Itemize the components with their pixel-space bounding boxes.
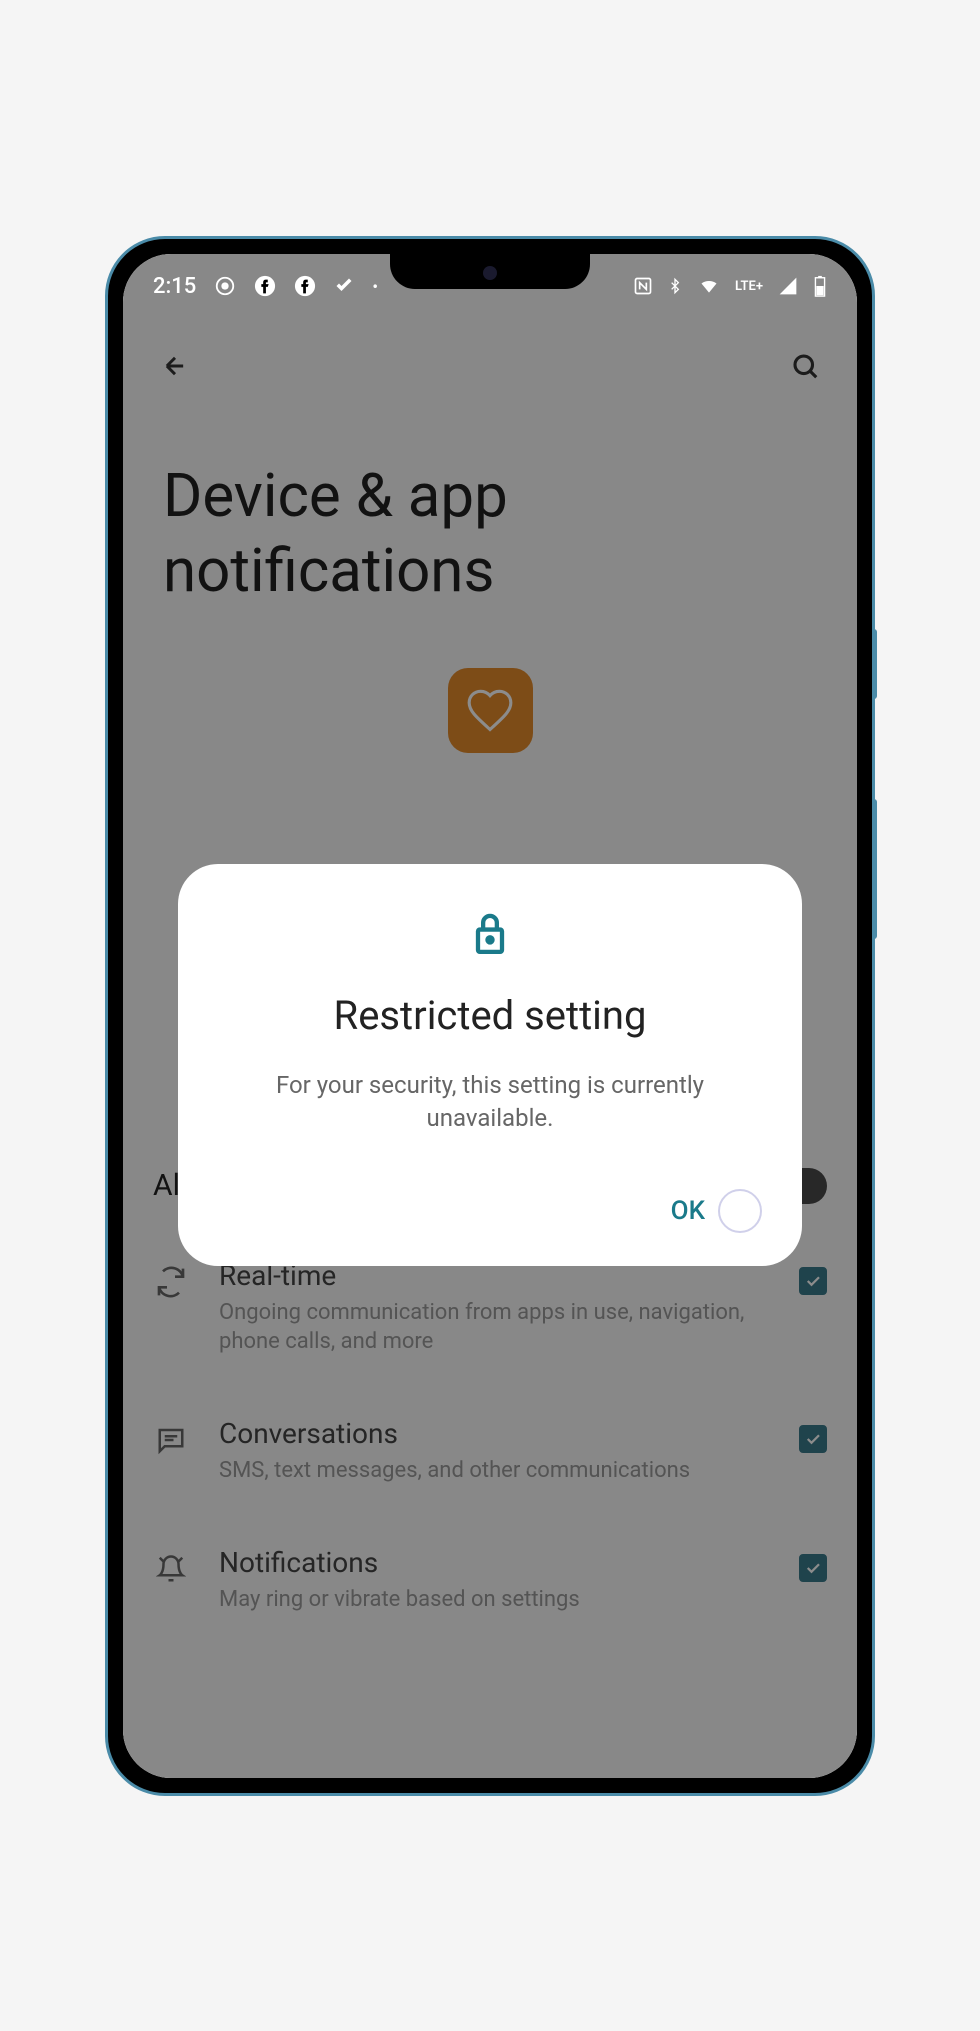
notch xyxy=(390,254,590,289)
wifi-icon xyxy=(697,276,721,296)
power-button[interactable] xyxy=(872,799,877,939)
status-right: LTE+ xyxy=(633,275,827,297)
restricted-dialog: Restricted setting For your security, th… xyxy=(178,864,802,1266)
facebook-icon xyxy=(294,275,316,297)
front-camera xyxy=(483,266,497,280)
phone-frame: Device & app notifications Allow notific… xyxy=(105,236,875,1796)
status-left: 2:15 • xyxy=(153,274,378,299)
phone-screen: Device & app notifications Allow notific… xyxy=(123,254,857,1778)
dialog-message: For your security, this setting is curre… xyxy=(218,1069,762,1136)
dot-icon: • xyxy=(372,277,378,296)
record-icon xyxy=(214,275,236,297)
battery-icon xyxy=(813,275,827,297)
lock-icon xyxy=(218,909,762,957)
app-icon xyxy=(334,276,354,296)
bluetooth-icon xyxy=(667,275,683,297)
facebook-icon xyxy=(254,275,276,297)
lte-label: LTE+ xyxy=(735,279,763,294)
signal-icon xyxy=(777,276,799,296)
dialog-title: Restricted setting xyxy=(218,992,762,1039)
ripple-indicator xyxy=(718,1189,762,1233)
status-time: 2:15 xyxy=(153,274,196,299)
nfc-icon xyxy=(633,276,653,296)
ok-button[interactable]: OK xyxy=(666,1186,710,1236)
dialog-actions: OK xyxy=(218,1186,762,1236)
volume-button[interactable] xyxy=(872,629,877,699)
